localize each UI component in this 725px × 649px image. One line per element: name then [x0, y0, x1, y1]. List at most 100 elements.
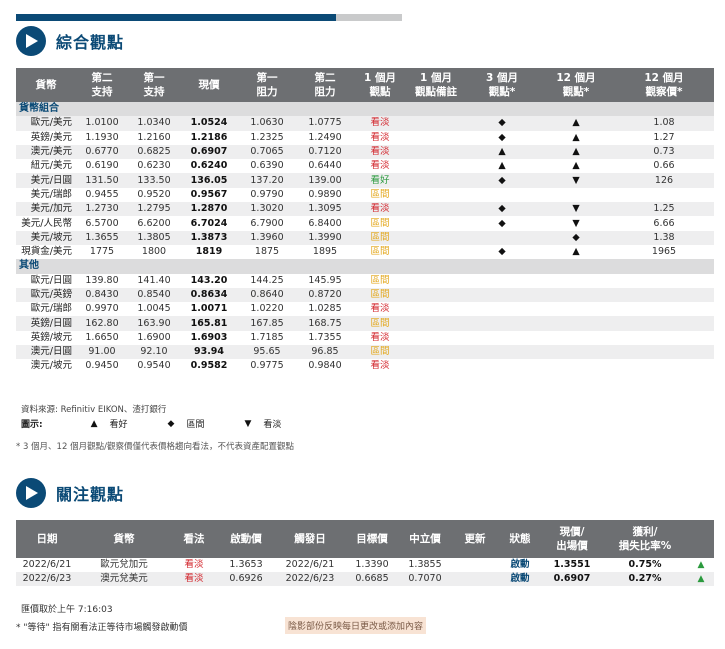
currency-pair: 美元/瑞郎 [30, 188, 72, 200]
section-title-overview: 綜合觀點 [56, 33, 125, 52]
resistance-1: 1.2325 [250, 131, 284, 143]
column-header: 1 個月 觀點備註 [406, 68, 466, 102]
up-triangle-icon: ▲ [538, 144, 614, 160]
column-header: 目標價 [346, 520, 398, 558]
view-1m-note [406, 274, 466, 288]
table-row: 2022/6/21 歐元兌加元 看淡 1.3653 2022/6/21 1.3390 1.3… [16, 558, 714, 572]
view-1m-note [406, 331, 466, 345]
resistance-2: 145.95 [308, 274, 342, 286]
status-badge: 啟動 [510, 559, 530, 570]
view-1m-note [406, 159, 466, 173]
current-price: 93.94 [180, 345, 238, 360]
up-triangle-icon: ▲ [466, 144, 538, 160]
view-1m: 區間 [354, 316, 406, 331]
resistance-2: 1.0285 [308, 303, 342, 315]
support-2: 1.1930 [85, 131, 119, 143]
view: 看淡 [184, 559, 204, 570]
target-12m: 1.27 [653, 131, 675, 143]
view-1m-note [406, 173, 466, 188]
target-12m [614, 188, 714, 202]
support-1: 6.6200 [137, 217, 171, 229]
view-12m [538, 345, 614, 360]
currency-pair: 歐元/瑞郎 [30, 303, 72, 315]
column-header [688, 520, 714, 558]
table-row: 2022/6/23 澳元兌美元 看淡 0.6926 2022/6/23 0.6685 0.7… [16, 572, 714, 586]
table-row: 英鎊/日圓 162.80 163.90 165.81 167.85 168.75 區間 [16, 316, 714, 331]
view-12m [538, 274, 614, 288]
view-12m [538, 188, 614, 202]
profit-loss: 0.27% [602, 572, 688, 586]
table-row: 紐元/美元 0.6190 0.6230 0.6240 0.6390 0.6440 看淡 ▲ ▲ 0… [16, 159, 714, 173]
current-price: 1819 [195, 246, 223, 258]
up-triangle-icon: ▲ [538, 116, 614, 131]
resistance-2: 139.00 [296, 173, 354, 188]
column-header: 貨幣 [78, 520, 170, 558]
column-header: 現價 [180, 68, 238, 102]
resistance-2: 168.75 [296, 316, 354, 331]
current-price: 0.9582 [190, 360, 228, 372]
overview-table: 貨幣 第二 支持 第一 支持 現價 第一 阻力 第二 阻力 1 個月 觀點 1 個月 觀點備註 3 個月 觀點… [16, 68, 714, 374]
legend-text: 看好 [109, 420, 128, 430]
down-triangle-icon: ▼ [572, 217, 580, 229]
currency-pair: 現貨金/美元 [21, 246, 72, 258]
column-header: 更新 [452, 520, 498, 558]
current-price: 1.0524 [180, 116, 238, 131]
view-3m [466, 316, 538, 331]
target-12m: 1.38 [614, 230, 714, 245]
table-row: 美元/瑞郎 0.9455 0.9520 0.9567 0.9790 0.9890 區間 [16, 188, 714, 202]
resistance-1: 0.9790 [250, 188, 284, 200]
target-12m [614, 274, 714, 288]
legend-item-range: ◆ 區間 [168, 417, 205, 431]
support-2: 1.0100 [76, 116, 128, 131]
up-triangle-icon: ▲ [572, 160, 580, 172]
view-1m: 區間 [354, 287, 406, 303]
legend: 圖示: ▲ 看好 ◆ 區間 ▼ 看淡 [21, 417, 321, 431]
view-3m [466, 230, 538, 245]
view-3m [466, 331, 538, 345]
support-2: 1775 [89, 246, 115, 258]
view-1m: 區間 [370, 188, 390, 200]
currency-pair: 美元/人民幣 [21, 217, 72, 229]
table-row: 歐元/日圓 139.80 141.40 143.20 144.25 145.95 區間 [16, 274, 714, 288]
view-1m-note [406, 202, 466, 217]
current-price: 1.2186 [190, 131, 228, 143]
support-2: 0.8430 [76, 287, 128, 303]
footnote-views: * 3 個月、12 個月觀點/觀察價僅代表價格趨向看法，不代表資產配置觀點 [16, 442, 294, 452]
view-1m: 區間 [354, 230, 406, 245]
support-2: 162.80 [76, 316, 128, 331]
support-1: 1.2795 [128, 202, 180, 217]
column-header: 看法 [170, 520, 218, 558]
resistance-1: 95.65 [238, 345, 296, 360]
table-row: 美元/坡元 1.3655 1.3805 1.3873 1.3960 1.3990 區間 ◆ 1.… [16, 230, 714, 245]
support-1: 1800 [141, 246, 167, 258]
support-2: 0.6190 [85, 160, 119, 172]
resistance-2: 0.9840 [308, 360, 342, 372]
target-12m [614, 287, 714, 303]
table-row: 澳元/坡元 0.9450 0.9540 0.9582 0.9775 0.9840 看淡 [16, 359, 714, 373]
currency-pair: 澳元/日圓 [16, 345, 76, 360]
play-icon[interactable] [16, 478, 46, 508]
table-row: 現貨金/美元 1775 1800 1819 1875 1895 區間 ◆ ▲ 1965 [16, 245, 714, 259]
target-12m [614, 345, 714, 360]
current-price: 1.2870 [180, 202, 238, 217]
currency-pair: 英鎊/美元 [30, 131, 72, 143]
currency-pair: 紐元/美元 [30, 160, 72, 172]
trigger-date: 2022/6/23 [274, 572, 346, 586]
watch-table: 日期 貨幣 看法 啟動價 觸發日 目標價 中立價 更新 狀態 現價/出場價 獲利/損失比率% 202… [16, 520, 714, 586]
resistance-1: 1.3020 [238, 202, 296, 217]
resistance-1: 1.7185 [250, 331, 284, 343]
column-header: 12 個月 觀點* [538, 68, 614, 102]
table-row: 英鎊/坡元 1.6650 1.6900 1.6903 1.7185 1.7355 看淡 [16, 331, 714, 345]
column-header: 貨幣 [16, 68, 76, 102]
view-1m-note [406, 345, 466, 360]
resistance-1: 167.85 [238, 316, 296, 331]
view-3m [466, 274, 538, 288]
support-1: 1.6900 [137, 331, 171, 343]
down-triangle-icon: ▼ [244, 418, 252, 429]
view-1m-note [406, 316, 466, 331]
resistance-2: 0.9890 [308, 188, 342, 200]
table-row: 歐元/美元 1.0100 1.0340 1.0524 1.0630 1.0775 看淡 ◆ ▲ 1… [16, 116, 714, 131]
view-1m-note [406, 216, 466, 230]
play-icon[interactable] [16, 26, 46, 56]
support-1: 163.90 [128, 316, 180, 331]
